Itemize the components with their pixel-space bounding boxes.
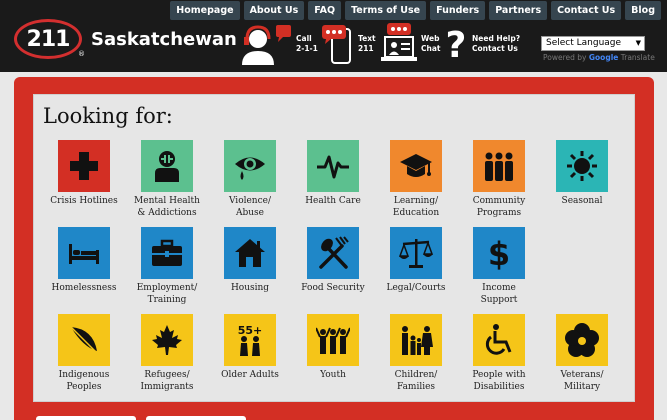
brand-name: Saskatchewan bbox=[91, 29, 237, 50]
heartbeat-icon bbox=[317, 155, 349, 179]
category-learning-education[interactable]: Learning/ Education bbox=[374, 140, 458, 219]
category-community-programs[interactable]: Community Programs bbox=[457, 140, 541, 219]
category-label: Homelessness bbox=[51, 283, 117, 293]
category-indigenous-peoples[interactable]: Indigenous Peoples bbox=[42, 314, 126, 393]
cross-icon bbox=[70, 152, 98, 180]
category-housing[interactable]: Housing bbox=[208, 227, 292, 294]
language-selected: Select Language bbox=[546, 38, 622, 48]
top-nav: Homepage About Us FAQ Terms of Use Funde… bbox=[170, 1, 661, 20]
category-children-families[interactable]: Children/ Families bbox=[374, 314, 458, 393]
google-logo: Google bbox=[588, 53, 619, 62]
nav-about-us[interactable]: About Us bbox=[243, 1, 305, 20]
category-youth[interactable]: Youth bbox=[291, 314, 375, 381]
laptop-chat-icon bbox=[381, 23, 417, 61]
category-label: People with Disabilities bbox=[472, 370, 526, 392]
category-legal-courts[interactable]: Legal/Courts bbox=[374, 227, 458, 294]
scales-icon bbox=[399, 239, 433, 268]
help-label-1: Need Help? bbox=[472, 34, 521, 43]
category-label: Income Support bbox=[480, 283, 518, 305]
category-label: Learning/ Education bbox=[392, 196, 440, 218]
phone-sms-icon bbox=[322, 25, 351, 64]
category-label: Children/ Families bbox=[394, 370, 438, 392]
feather-icon bbox=[70, 326, 100, 356]
question-mark-icon: ? bbox=[446, 25, 467, 65]
bottom-button-right[interactable] bbox=[146, 416, 246, 420]
category-older-adults[interactable]: 55+ Older Adults bbox=[208, 314, 292, 381]
graduation-cap-icon bbox=[400, 154, 432, 177]
briefcase-icon bbox=[152, 239, 182, 266]
category-homelessness[interactable]: Homelessness bbox=[42, 227, 126, 294]
bottom-button-left[interactable] bbox=[36, 416, 136, 420]
person-plus-icon bbox=[155, 151, 179, 182]
logo-text: 211 bbox=[26, 26, 71, 52]
category-label: Food Security bbox=[301, 283, 365, 293]
category-mental-health[interactable]: Mental Health & Addictions bbox=[125, 140, 209, 219]
category-label: Refugees/ Immigrants bbox=[140, 370, 194, 392]
category-label: Mental Health & Addictions bbox=[134, 196, 200, 218]
wheelchair-icon bbox=[485, 324, 512, 355]
category-employment-training[interactable]: Employment/ Training bbox=[125, 227, 209, 306]
powered-by-google: Powered by Google Translate bbox=[543, 53, 655, 62]
category-income-support[interactable]: $ Income Support bbox=[457, 227, 541, 306]
headset-icon bbox=[242, 25, 291, 65]
category-label: Indigenous Peoples bbox=[58, 370, 110, 392]
category-label: Community Programs bbox=[472, 196, 526, 218]
help-label-2: Contact Us bbox=[472, 44, 518, 53]
maple-leaf-icon bbox=[152, 325, 182, 355]
category-health-care[interactable]: Health Care bbox=[291, 140, 375, 207]
youth-icon bbox=[316, 327, 350, 354]
category-refugees-immigrants[interactable]: Refugees/ Immigrants bbox=[125, 314, 209, 393]
svg-text:$: $ bbox=[488, 236, 510, 270]
category-violence-abuse[interactable]: Violence/ Abuse bbox=[208, 140, 292, 219]
category-crisis-hotlines[interactable]: Crisis Hotlines bbox=[42, 140, 126, 207]
category-label: Older Adults bbox=[221, 370, 279, 380]
need-help-link[interactable]: ? Need Help? Contact Us bbox=[444, 23, 524, 65]
category-label: Veterans/ Military bbox=[560, 370, 604, 392]
chevron-down-icon: ▼ bbox=[635, 39, 641, 47]
translate-label: Translate bbox=[620, 53, 655, 62]
nav-partners[interactable]: Partners bbox=[489, 1, 548, 20]
category-label: Seasonal bbox=[561, 196, 603, 206]
bed-icon bbox=[69, 244, 99, 264]
nav-funders[interactable]: Funders bbox=[430, 1, 486, 20]
group-icon bbox=[485, 152, 513, 181]
eye-tear-icon bbox=[235, 157, 265, 180]
category-veterans-military[interactable]: Veterans/ Military bbox=[540, 314, 624, 393]
language-select[interactable]: Select Language ▼ bbox=[541, 36, 645, 51]
nav-contact-us[interactable]: Contact Us bbox=[551, 1, 622, 20]
nav-faq[interactable]: FAQ bbox=[308, 1, 342, 20]
nav-homepage[interactable]: Homepage bbox=[170, 1, 240, 20]
category-label: Youth bbox=[320, 370, 346, 380]
category-label: Employment/ Training bbox=[136, 283, 198, 305]
site-header: 211 ® Saskatchewan Homepage About Us FAQ… bbox=[0, 0, 667, 72]
category-food-security[interactable]: Food Security bbox=[291, 227, 375, 294]
sun-icon bbox=[567, 151, 597, 181]
logo[interactable]: 211 bbox=[14, 19, 82, 59]
call-link[interactable]: Call 2-1-1 bbox=[238, 23, 330, 65]
seniors-55-icon: 55+ bbox=[238, 324, 263, 356]
powered-prefix: Powered by bbox=[543, 53, 587, 62]
registered-mark: ® bbox=[78, 50, 85, 58]
category-label: Housing bbox=[230, 283, 270, 293]
svg-text:?: ? bbox=[446, 25, 467, 65]
family-icon bbox=[402, 326, 433, 355]
category-label: Violence/ Abuse bbox=[228, 196, 272, 218]
nav-terms-of-use[interactable]: Terms of Use bbox=[345, 1, 427, 20]
poppy-icon bbox=[565, 323, 599, 357]
category-label: Legal/Courts bbox=[386, 283, 446, 293]
seniors-badge: 55+ bbox=[238, 324, 263, 337]
page-title: Looking for: bbox=[43, 104, 173, 128]
category-label: Crisis Hotlines bbox=[50, 196, 118, 206]
category-seasonal[interactable]: Seasonal bbox=[540, 140, 624, 207]
nav-blog[interactable]: Blog bbox=[625, 1, 661, 20]
house-icon bbox=[235, 239, 265, 267]
fork-spoon-icon bbox=[319, 236, 349, 269]
category-label: Health Care bbox=[305, 196, 361, 206]
category-people-with-disabilities[interactable]: People with Disabilities bbox=[457, 314, 541, 393]
dollar-icon: $ bbox=[488, 236, 510, 270]
